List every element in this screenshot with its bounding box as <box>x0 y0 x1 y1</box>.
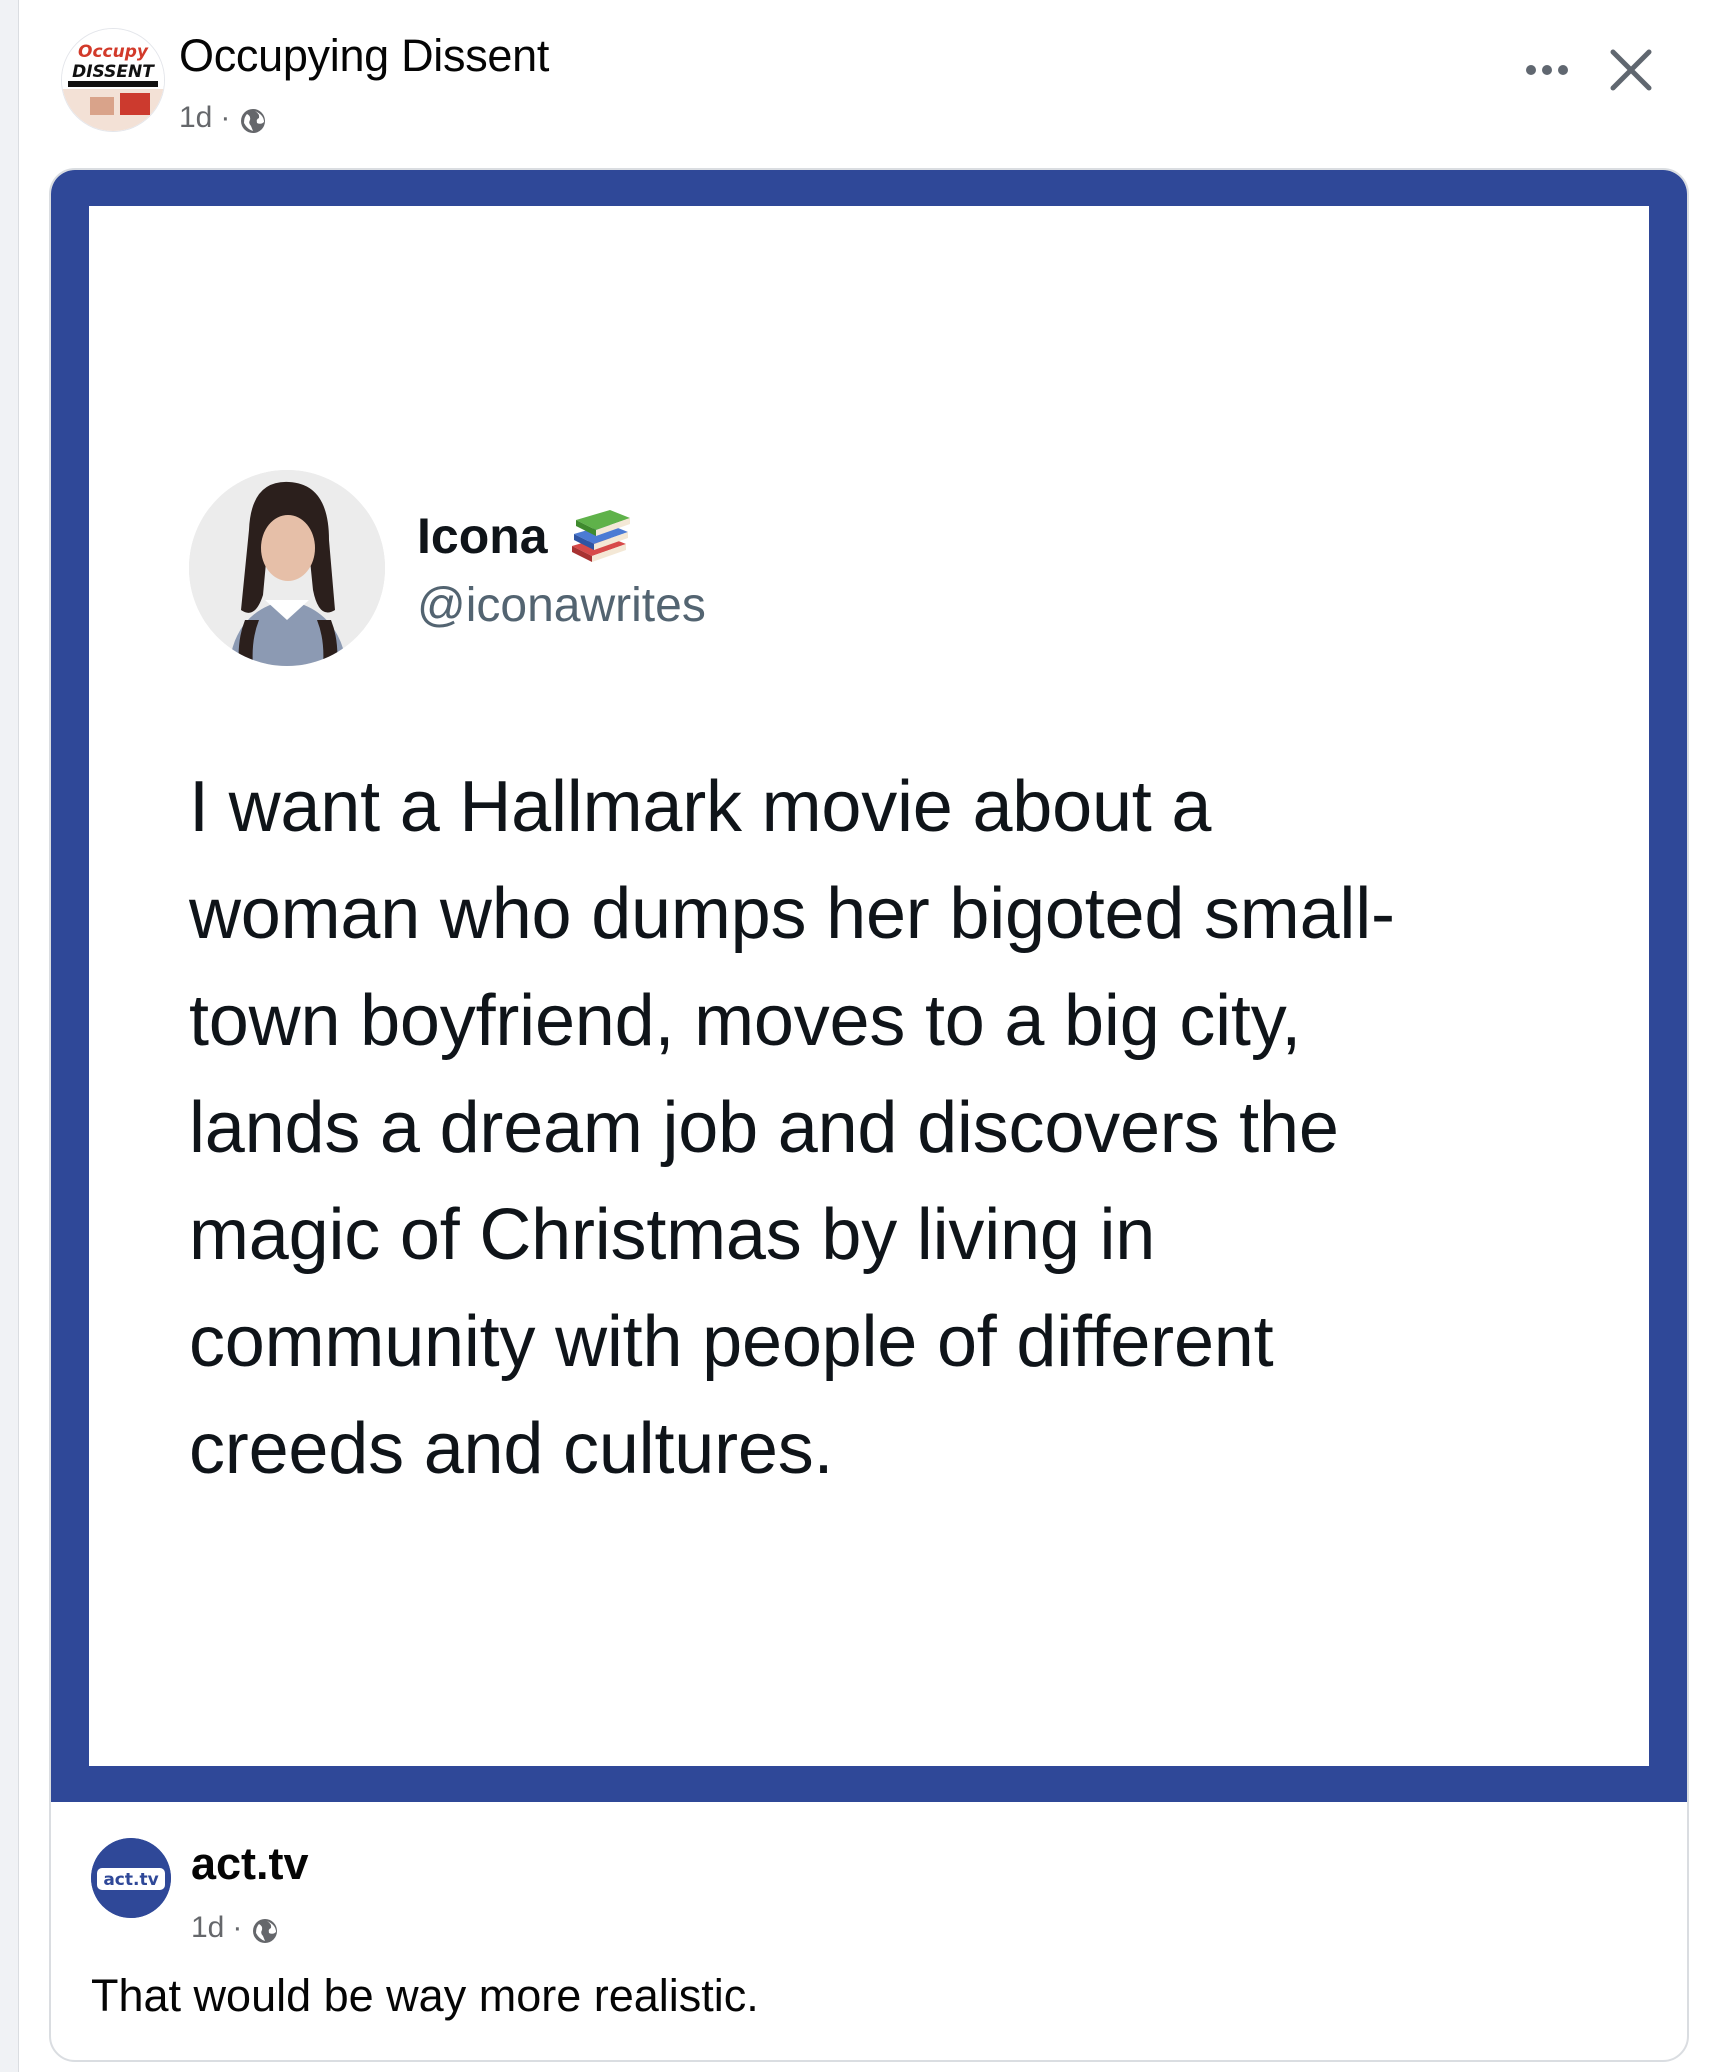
tweet-text-line: lands a dream job and discovers the <box>189 1088 1339 1168</box>
tweet-text-line: community with people of different <box>189 1302 1274 1382</box>
books-icon <box>571 510 630 562</box>
source-meta: 1d · <box>191 1910 280 1946</box>
logo-text-bottom: DISSENT <box>72 62 155 82</box>
page-avatar[interactable]: Occupy DISSENT <box>61 28 165 132</box>
more-horizontal-icon <box>1526 65 1568 75</box>
act-tv-logo: act.tv <box>91 1838 171 1918</box>
post-image[interactable]: Icona @iconawrites I want a Hallmark mov… <box>51 170 1687 1802</box>
tweet-text-line: creeds and cultures. <box>189 1409 834 1489</box>
tweet-text-line: magic of Christmas by living in <box>189 1195 1156 1275</box>
close-button[interactable] <box>1601 40 1661 100</box>
tweet-author-handle: @iconawrites <box>417 579 706 632</box>
tweet-text-line: town boyfriend, moves to a big city, <box>189 981 1301 1061</box>
post-card: Occupy DISSENT Occupying Dissent 1d · Ic… <box>18 0 1712 2072</box>
source-timestamp[interactable]: 1d <box>191 1911 224 1945</box>
shared-post[interactable]: Icona @iconawrites I want a Hallmark mov… <box>49 168 1689 2062</box>
source-avatar[interactable]: act.tv <box>91 1838 171 1918</box>
globe-icon <box>253 1919 278 1943</box>
occupying-dissent-logo: Occupy DISSENT <box>62 29 164 131</box>
source-logo-text: act.tv <box>103 1870 158 1890</box>
meta-separator: · <box>232 1911 243 1944</box>
globe-icon <box>241 109 266 133</box>
source-caption: That would be way more realistic. <box>91 1970 759 2021</box>
tweet-author-name: Icona <box>417 506 632 566</box>
tweet-avatar <box>189 470 385 666</box>
page-name[interactable]: Occupying Dissent <box>179 30 549 82</box>
source-name[interactable]: act.tv <box>191 1838 309 1890</box>
tweet-text-line: I want a Hallmark movie about a <box>189 767 1212 847</box>
tweet-screenshot: Icona @iconawrites I want a Hallmark mov… <box>89 206 1649 1766</box>
tweet-text: I want a Hallmark movie about a woman wh… <box>189 754 1609 1503</box>
meta-separator: · <box>220 101 231 134</box>
tweet-author-name-text: Icona <box>417 508 548 564</box>
logo-text-top: Occupy <box>78 42 149 62</box>
post-meta: 1d · <box>179 100 268 136</box>
profile-photo <box>189 470 385 666</box>
post-timestamp[interactable]: 1d <box>179 101 212 135</box>
tweet-text-line: woman who dumps her bigoted small- <box>189 874 1395 954</box>
more-options-button[interactable] <box>1517 50 1577 90</box>
close-icon <box>1610 49 1652 91</box>
